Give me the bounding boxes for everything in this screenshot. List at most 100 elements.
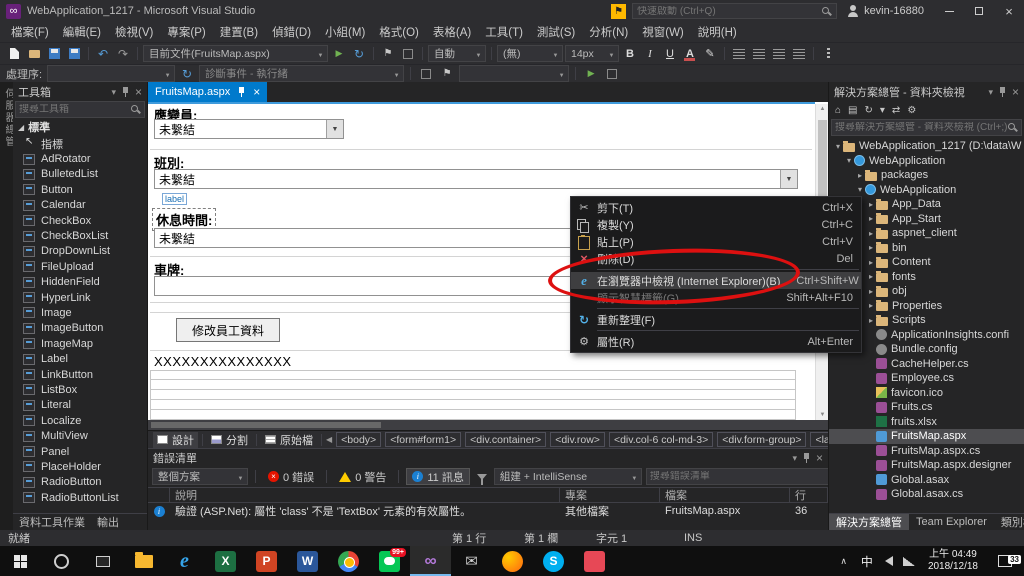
toolbox-item-checkboxlist[interactable]: CheckBoxList: [13, 228, 147, 243]
context-show-smart-tag[interactable]: 顯示智慧標籤(G) Shift+Alt+F10: [571, 289, 861, 306]
indent-icon[interactable]: [790, 45, 808, 62]
toolbar-overflow-icon[interactable]: [819, 45, 837, 62]
debug-events-combo[interactable]: 診斷事件 - 執行緒: [199, 65, 405, 82]
toolbox-item-imagebutton[interactable]: ImageButton: [13, 321, 147, 336]
design-horizontal-scrollbar[interactable]: [148, 420, 828, 430]
bullet-list-icon[interactable]: [730, 45, 748, 62]
taskbar-skype[interactable]: S: [533, 546, 574, 576]
close-button[interactable]: [994, 0, 1024, 22]
italic-button[interactable]: I: [641, 45, 659, 62]
selection-icon[interactable]: [403, 48, 413, 59]
context-copy[interactable]: 複製(Y) Ctrl+C: [571, 216, 861, 233]
tree-item-webapplication[interactable]: WebApplication: [829, 154, 1024, 169]
menu-test[interactable]: 測試(S): [530, 22, 582, 42]
underline-button[interactable]: U: [661, 45, 679, 62]
toolbox-item-hiddenfield[interactable]: HiddenField: [13, 275, 147, 290]
operator-dropdown[interactable]: 未繫結: [154, 119, 344, 139]
tree-item-employee-cs[interactable]: Employee.cs: [829, 371, 1024, 386]
toolbox-item-placeholder[interactable]: PlaceHolder: [13, 459, 147, 474]
errors-filter-button[interactable]: 0 錯誤: [263, 468, 319, 485]
modify-employee-button[interactable]: 修改員工資料: [176, 318, 280, 342]
expand-arrow-icon[interactable]: [833, 142, 843, 151]
paragraph-format-combo[interactable]: (無): [497, 45, 563, 62]
action-center-button[interactable]: 33: [986, 555, 1024, 567]
browse-with-combo[interactable]: 自動: [428, 45, 486, 62]
solution-search-input[interactable]: [835, 122, 1007, 133]
tag-row[interactable]: <div.row>: [550, 432, 605, 447]
volume-icon[interactable]: [884, 556, 893, 566]
sync-browser-icon[interactable]: [350, 45, 368, 62]
breakpoint-icon[interactable]: [438, 65, 456, 82]
properties-icon[interactable]: ⚙: [907, 105, 916, 116]
expand-arrow-icon[interactable]: [855, 171, 865, 180]
expand-arrow-icon[interactable]: [866, 287, 876, 296]
description-column[interactable]: 說明: [170, 488, 560, 502]
menu-debug[interactable]: 偵錯(D): [265, 22, 318, 42]
toolbox-item-bulletedlist[interactable]: BulletedList: [13, 167, 147, 182]
context-properties[interactable]: 屬性(R) Alt+Enter: [571, 333, 861, 350]
messages-filter-button[interactable]: 11 訊息: [406, 468, 470, 485]
toolbox-item-imagemap[interactable]: ImageMap: [13, 336, 147, 351]
pin-icon[interactable]: [121, 86, 130, 98]
taskbar-word[interactable]: W: [287, 546, 328, 576]
tree-item-fruits-xlsx[interactable]: fruits.xlsx: [829, 415, 1024, 430]
dropdown-arrow-icon[interactable]: [326, 120, 343, 138]
stack-frame-icon[interactable]: [417, 65, 435, 82]
expand-arrow-icon[interactable]: [866, 214, 876, 223]
menu-team[interactable]: 小組(M): [318, 22, 372, 42]
menu-build[interactable]: 建置(B): [213, 22, 265, 42]
network-icon[interactable]: [902, 556, 915, 566]
tag-label[interactable]: <label>: [810, 432, 828, 447]
pin-icon[interactable]: [998, 86, 1007, 98]
taskbar-firefox[interactable]: [492, 546, 533, 576]
expand-arrow-icon[interactable]: [866, 229, 876, 238]
process-combo[interactable]: [47, 65, 176, 82]
expand-arrow-icon[interactable]: [866, 301, 876, 310]
quick-launch-box[interactable]: [632, 3, 838, 19]
hidden-icons-chevron[interactable]: ∧: [833, 556, 854, 567]
split-view-tab[interactable]: 分割: [207, 432, 252, 448]
tree-item-packages[interactable]: packages: [829, 168, 1024, 183]
expand-arrow-icon[interactable]: [866, 243, 876, 252]
taskbar-chrome[interactable]: [328, 546, 369, 576]
run-icon[interactable]: [330, 45, 348, 62]
class-view-tab[interactable]: 類別檢視: [994, 514, 1024, 530]
close-icon[interactable]: [253, 85, 260, 99]
severity-column[interactable]: [148, 488, 170, 502]
bold-button[interactable]: B: [621, 45, 639, 62]
maximize-button[interactable]: [964, 0, 994, 22]
taskbar-edge[interactable]: e: [164, 546, 205, 576]
tree-item-global-asax-cs[interactable]: Global.asax.cs: [829, 487, 1024, 502]
expand-arrow-icon[interactable]: [866, 272, 876, 281]
close-icon[interactable]: [816, 451, 823, 465]
context-view-in-browser[interactable]: 在瀏覽器中檢視 (Internet Explorer)(B) Ctrl+Shif…: [571, 272, 861, 289]
outdent-icon[interactable]: [770, 45, 788, 62]
toolbox-item-dropdownlist[interactable]: DropDownList: [13, 244, 147, 259]
toolbox-item-image[interactable]: Image: [13, 305, 147, 320]
error-search-input[interactable]: [649, 470, 836, 482]
tree-item-fruitsmap-designer[interactable]: FruitsMap.aspx.designer: [829, 458, 1024, 473]
placeholder-text[interactable]: XXXXXXXXXXXXXXX: [154, 354, 292, 369]
open-file-icon[interactable]: [25, 45, 43, 62]
taskbar-clock[interactable]: 上午 04:49 2018/12/18: [920, 549, 986, 573]
tree-item-favicon[interactable]: favicon.ico: [829, 386, 1024, 401]
tree-item-fruitsmap-aspx[interactable]: FruitsMap.aspx: [829, 429, 1024, 444]
error-list-row[interactable]: 驗證 (ASP.Net): 屬性 'class' 不是 'TextBox' 元素…: [148, 503, 828, 519]
data-tools-tab[interactable]: 資料工具作業: [19, 514, 85, 530]
pin-icon[interactable]: [237, 86, 246, 98]
toolbox-item-radiobuttonlist[interactable]: RadioButtonList: [13, 490, 147, 505]
context-cut[interactable]: 剪下(T) Ctrl+X: [571, 199, 861, 216]
expand-arrow-icon[interactable]: [866, 258, 876, 267]
toolbox-item-localize[interactable]: Localize: [13, 413, 147, 428]
toolbox-item-button[interactable]: Button: [13, 182, 147, 197]
current-document-combo[interactable]: 目前文件(FruitsMap.aspx): [143, 45, 328, 62]
home-icon[interactable]: ⌂: [835, 105, 841, 116]
tree-item-fruits-cs[interactable]: Fruits.cs: [829, 400, 1024, 415]
save-all-icon[interactable]: [65, 45, 83, 62]
toolbox-item-checkbox[interactable]: CheckBox: [13, 213, 147, 228]
scrollbar-thumb[interactable]: [818, 120, 827, 198]
taskbar-excel[interactable]: X: [205, 546, 246, 576]
close-icon[interactable]: [1012, 85, 1019, 99]
shift-dropdown[interactable]: 未繫結: [154, 169, 798, 189]
redo-icon[interactable]: [114, 45, 132, 62]
